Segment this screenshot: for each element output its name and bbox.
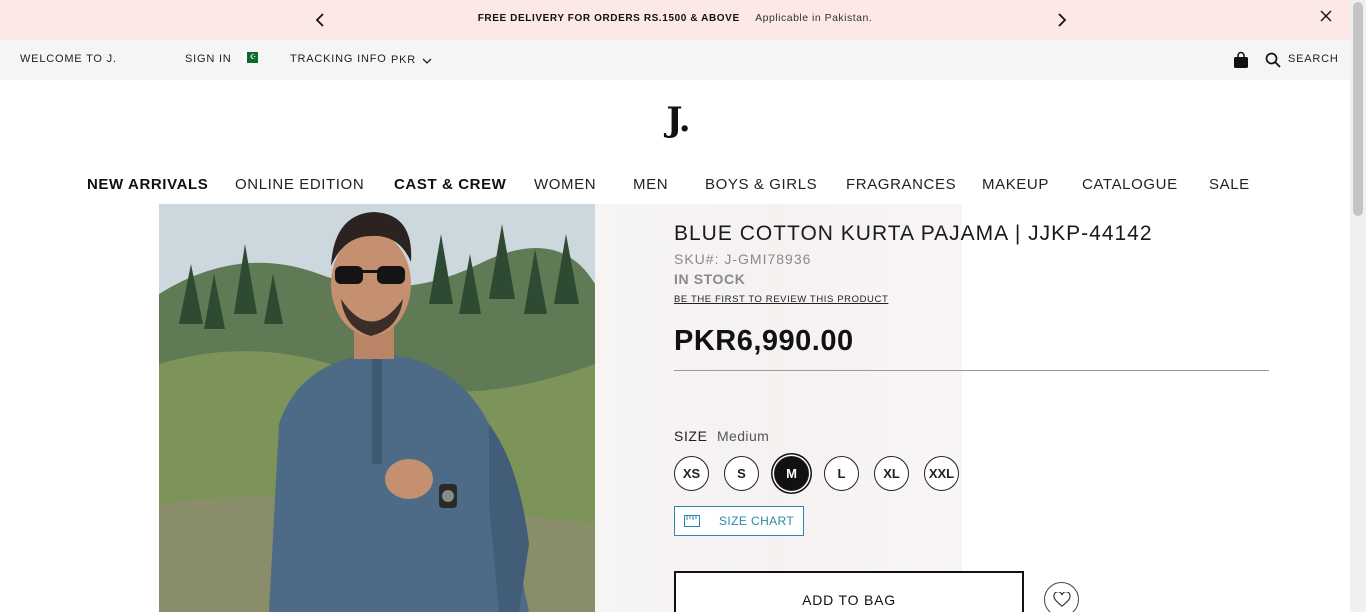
ruler-icon [684, 515, 700, 527]
review-link[interactable]: BE THE FIRST TO REVIEW THIS PRODUCT [674, 294, 888, 305]
size-chart-label: SIZE CHART [719, 514, 795, 528]
nav-item-boys-girls[interactable]: BOYS & GIRLS [705, 176, 817, 193]
product-sku: SKU#: J-GMI78936 [674, 251, 812, 267]
product-title: BLUE COTTON KURTA PAJAMA | JJKP-44142 [674, 222, 1153, 245]
shopping-bag-icon[interactable] [1233, 51, 1249, 69]
brand-logo[interactable]: J. [658, 100, 698, 140]
heart-icon[interactable] [1044, 582, 1079, 612]
welcome-text: WELCOME TO J. [20, 53, 117, 65]
size-option-l[interactable]: L [824, 456, 859, 491]
size-option-xl[interactable]: XL [874, 456, 909, 491]
search-label[interactable]: SEARCH [1288, 53, 1339, 65]
chevron-right-icon[interactable] [1049, 8, 1073, 32]
product-page: FREE DELIVERY FOR ORDERS RS.1500 & ABOVE… [0, 0, 1366, 612]
search-icon[interactable] [1265, 52, 1281, 68]
nav-item-new-arrivals[interactable]: NEW ARRIVALS [87, 176, 208, 193]
size-option-xxl[interactable]: XXL [924, 456, 959, 491]
product-image[interactable] [159, 204, 595, 612]
nav-item-sale[interactable]: SALE [1209, 176, 1250, 193]
promo-message-light: Applicable in Pakistan. [755, 12, 873, 24]
main-nav: NEW ARRIVALS ONLINE EDITION CAST & CREW … [0, 172, 1350, 198]
size-chart-button[interactable]: SIZE CHART [674, 506, 804, 536]
add-to-bag-button[interactable]: ADD TO BAG [674, 571, 1024, 612]
promo-message: FREE DELIVERY FOR ORDERS RS.1500 & ABOVE… [0, 12, 1350, 24]
chevron-down-icon [422, 58, 432, 64]
size-label: SIZE [674, 428, 708, 444]
nav-item-men[interactable]: MEN [633, 176, 668, 193]
nav-item-women[interactable]: WOMEN [534, 176, 596, 193]
utility-bar: WELCOME TO J. SIGN IN ☪ TRACKING INFO PK… [0, 40, 1350, 80]
promo-bar: FREE DELIVERY FOR ORDERS RS.1500 & ABOVE… [0, 0, 1350, 40]
selected-size-value: Medium [717, 428, 770, 444]
size-option-s[interactable]: S [724, 456, 759, 491]
scrollbar-thumb[interactable] [1353, 2, 1363, 216]
divider [674, 370, 1269, 371]
currency-selector[interactable]: PKR [391, 53, 432, 66]
nav-item-fragrances[interactable]: FRAGRANCES [846, 176, 956, 193]
nav-item-online-edition[interactable]: ONLINE EDITION [235, 176, 364, 193]
tracking-info-link[interactable]: TRACKING INFO [290, 53, 387, 65]
size-option-m[interactable]: M [774, 456, 809, 491]
nav-item-catalogue[interactable]: CATALOGUE [1082, 176, 1178, 193]
nav-item-cast-crew[interactable]: CAST & CREW [394, 176, 506, 193]
promo-message-bold: FREE DELIVERY FOR ORDERS RS.1500 & ABOVE [477, 13, 740, 24]
close-icon[interactable] [1316, 6, 1336, 26]
product-price: PKR6,990.00 [674, 325, 854, 357]
nav-item-makeup[interactable]: MAKEUP [982, 176, 1049, 193]
page-scrollbar[interactable] [1350, 0, 1366, 612]
pakistan-flag-icon: ☪ [243, 52, 258, 63]
size-option-xs[interactable]: XS [674, 456, 709, 491]
sign-in-link[interactable]: SIGN IN [185, 53, 232, 65]
currency-label: PKR [391, 53, 417, 66]
stock-status: IN STOCK [674, 271, 746, 287]
